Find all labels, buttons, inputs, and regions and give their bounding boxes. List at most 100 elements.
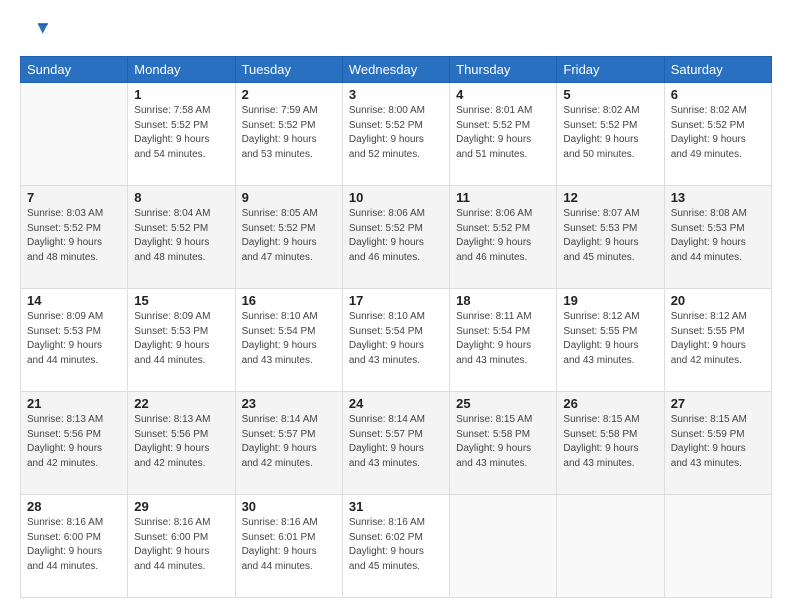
day-number: 5 (563, 87, 657, 102)
calendar-cell: 11 Sunrise: 8:06 AM Sunset: 5:52 PM Dayli… (450, 186, 557, 289)
calendar-cell: 9 Sunrise: 8:05 AM Sunset: 5:52 PM Daylig… (235, 186, 342, 289)
calendar-cell: 12 Sunrise: 8:07 AM Sunset: 5:53 PM Dayli… (557, 186, 664, 289)
calendar-cell (450, 495, 557, 598)
day-number: 13 (671, 190, 765, 205)
day-detail: Sunrise: 8:00 AM Sunset: 5:52 PM Dayligh… (349, 104, 443, 162)
day-number: 22 (134, 396, 228, 411)
day-number: 11 (456, 190, 550, 205)
day-detail: Sunrise: 8:13 AM Sunset: 5:56 PM Dayligh… (27, 413, 121, 471)
day-detail: Sunrise: 8:12 AM Sunset: 5:55 PM Dayligh… (671, 310, 765, 368)
calendar-week-row: 1Sunrise: 7:58 AM Sunset: 5:52 PM Daylig… (21, 83, 772, 186)
day-detail: Sunrise: 8:05 AM Sunset: 5:52 PM Dayligh… (242, 207, 336, 265)
day-detail: Sunrise: 7:59 AM Sunset: 5:52 PM Dayligh… (242, 104, 336, 162)
day-detail: Sunrise: 8:16 AM Sunset: 6:02 PM Dayligh… (349, 516, 443, 574)
calendar-cell: 14Sunrise: 8:09 AM Sunset: 5:53 PM Dayli… (21, 289, 128, 392)
day-number: 31 (349, 499, 443, 514)
day-detail: Sunrise: 8:09 AM Sunset: 5:53 PM Dayligh… (27, 310, 121, 368)
calendar-cell: 23 Sunrise: 8:14 AM Sunset: 5:57 PM Dayli… (235, 392, 342, 495)
calendar-week-row: 28 Sunrise: 8:16 AM Sunset: 6:00 PM Dayli… (21, 495, 772, 598)
day-number: 23 (242, 396, 336, 411)
calendar-cell: 26 Sunrise: 8:15 AM Sunset: 5:58 PM Dayli… (557, 392, 664, 495)
page: SundayMondayTuesdayWednesdayThursdayFrid… (0, 0, 792, 612)
col-header-friday: Friday (557, 57, 664, 83)
calendar-week-row: 14Sunrise: 8:09 AM Sunset: 5:53 PM Dayli… (21, 289, 772, 392)
calendar-cell: 27 Sunrise: 8:15 AM Sunset: 5:59 PM Dayli… (664, 392, 771, 495)
calendar-week-row: 7 Sunrise: 8:03 AM Sunset: 5:52 PM Daylig… (21, 186, 772, 289)
calendar-cell: 6 Sunrise: 8:02 AM Sunset: 5:52 PM Daylig… (664, 83, 771, 186)
day-number: 27 (671, 396, 765, 411)
day-detail: Sunrise: 8:07 AM Sunset: 5:53 PM Dayligh… (563, 207, 657, 265)
calendar-table: SundayMondayTuesdayWednesdayThursdayFrid… (20, 56, 772, 598)
header (20, 18, 772, 46)
day-detail: Sunrise: 8:16 AM Sunset: 6:01 PM Dayligh… (242, 516, 336, 574)
day-detail: Sunrise: 8:15 AM Sunset: 5:59 PM Dayligh… (671, 413, 765, 471)
calendar-cell: 3Sunrise: 8:00 AM Sunset: 5:52 PM Daylig… (342, 83, 449, 186)
calendar-cell: 2 Sunrise: 7:59 AM Sunset: 5:52 PM Daylig… (235, 83, 342, 186)
calendar-week-row: 21Sunrise: 8:13 AM Sunset: 5:56 PM Dayli… (21, 392, 772, 495)
calendar-cell: 1Sunrise: 7:58 AM Sunset: 5:52 PM Daylig… (128, 83, 235, 186)
day-detail: Sunrise: 8:16 AM Sunset: 6:00 PM Dayligh… (134, 516, 228, 574)
calendar-cell: 15Sunrise: 8:09 AM Sunset: 5:53 PM Dayli… (128, 289, 235, 392)
day-number: 8 (134, 190, 228, 205)
day-number: 4 (456, 87, 550, 102)
day-number: 24 (349, 396, 443, 411)
day-number: 7 (27, 190, 121, 205)
calendar-cell: 24Sunrise: 8:14 AM Sunset: 5:57 PM Dayli… (342, 392, 449, 495)
day-number: 26 (563, 396, 657, 411)
calendar-cell: 7 Sunrise: 8:03 AM Sunset: 5:52 PM Daylig… (21, 186, 128, 289)
day-detail: Sunrise: 8:09 AM Sunset: 5:53 PM Dayligh… (134, 310, 228, 368)
calendar-cell: 4 Sunrise: 8:01 AM Sunset: 5:52 PM Daylig… (450, 83, 557, 186)
day-number: 16 (242, 293, 336, 308)
day-number: 28 (27, 499, 121, 514)
calendar-cell: 30 Sunrise: 8:16 AM Sunset: 6:01 PM Dayli… (235, 495, 342, 598)
day-detail: Sunrise: 8:06 AM Sunset: 5:52 PM Dayligh… (349, 207, 443, 265)
day-number: 9 (242, 190, 336, 205)
calendar-cell: 17Sunrise: 8:10 AM Sunset: 5:54 PM Dayli… (342, 289, 449, 392)
day-number: 1 (134, 87, 228, 102)
calendar-cell: 25 Sunrise: 8:15 AM Sunset: 5:58 PM Dayli… (450, 392, 557, 495)
logo-icon (20, 18, 48, 46)
day-number: 2 (242, 87, 336, 102)
day-number: 30 (242, 499, 336, 514)
day-detail: Sunrise: 8:13 AM Sunset: 5:56 PM Dayligh… (134, 413, 228, 471)
col-header-thursday: Thursday (450, 57, 557, 83)
col-header-wednesday: Wednesday (342, 57, 449, 83)
col-header-tuesday: Tuesday (235, 57, 342, 83)
day-detail: Sunrise: 8:15 AM Sunset: 5:58 PM Dayligh… (456, 413, 550, 471)
day-number: 29 (134, 499, 228, 514)
day-number: 12 (563, 190, 657, 205)
calendar-cell: 16Sunrise: 8:10 AM Sunset: 5:54 PM Dayli… (235, 289, 342, 392)
col-header-saturday: Saturday (664, 57, 771, 83)
day-detail: Sunrise: 8:14 AM Sunset: 5:57 PM Dayligh… (242, 413, 336, 471)
day-detail: Sunrise: 8:06 AM Sunset: 5:52 PM Dayligh… (456, 207, 550, 265)
day-number: 18 (456, 293, 550, 308)
day-detail: Sunrise: 8:11 AM Sunset: 5:54 PM Dayligh… (456, 310, 550, 368)
calendar-cell: 22 Sunrise: 8:13 AM Sunset: 5:56 PM Dayli… (128, 392, 235, 495)
calendar-cell: 20Sunrise: 8:12 AM Sunset: 5:55 PM Dayli… (664, 289, 771, 392)
calendar-cell (21, 83, 128, 186)
calendar-cell: 5Sunrise: 8:02 AM Sunset: 5:52 PM Daylig… (557, 83, 664, 186)
day-number: 25 (456, 396, 550, 411)
col-header-sunday: Sunday (21, 57, 128, 83)
day-detail: Sunrise: 8:12 AM Sunset: 5:55 PM Dayligh… (563, 310, 657, 368)
day-number: 19 (563, 293, 657, 308)
day-number: 10 (349, 190, 443, 205)
calendar-header-row: SundayMondayTuesdayWednesdayThursdayFrid… (21, 57, 772, 83)
day-detail: Sunrise: 8:02 AM Sunset: 5:52 PM Dayligh… (671, 104, 765, 162)
logo (20, 18, 52, 46)
calendar-cell: 10 Sunrise: 8:06 AM Sunset: 5:52 PM Dayli… (342, 186, 449, 289)
col-header-monday: Monday (128, 57, 235, 83)
calendar-cell (557, 495, 664, 598)
calendar-cell: 21Sunrise: 8:13 AM Sunset: 5:56 PM Dayli… (21, 392, 128, 495)
calendar-cell: 31 Sunrise: 8:16 AM Sunset: 6:02 PM Dayli… (342, 495, 449, 598)
day-detail: Sunrise: 8:16 AM Sunset: 6:00 PM Dayligh… (27, 516, 121, 574)
day-number: 6 (671, 87, 765, 102)
calendar-cell: 28 Sunrise: 8:16 AM Sunset: 6:00 PM Dayli… (21, 495, 128, 598)
calendar-cell: 13 Sunrise: 8:08 AM Sunset: 5:53 PM Dayli… (664, 186, 771, 289)
calendar-cell: 8Sunrise: 8:04 AM Sunset: 5:52 PM Daylig… (128, 186, 235, 289)
day-detail: Sunrise: 8:01 AM Sunset: 5:52 PM Dayligh… (456, 104, 550, 162)
day-detail: Sunrise: 8:15 AM Sunset: 5:58 PM Dayligh… (563, 413, 657, 471)
day-detail: Sunrise: 8:08 AM Sunset: 5:53 PM Dayligh… (671, 207, 765, 265)
calendar-cell: 19 Sunrise: 8:12 AM Sunset: 5:55 PM Dayli… (557, 289, 664, 392)
day-detail: Sunrise: 8:03 AM Sunset: 5:52 PM Dayligh… (27, 207, 121, 265)
